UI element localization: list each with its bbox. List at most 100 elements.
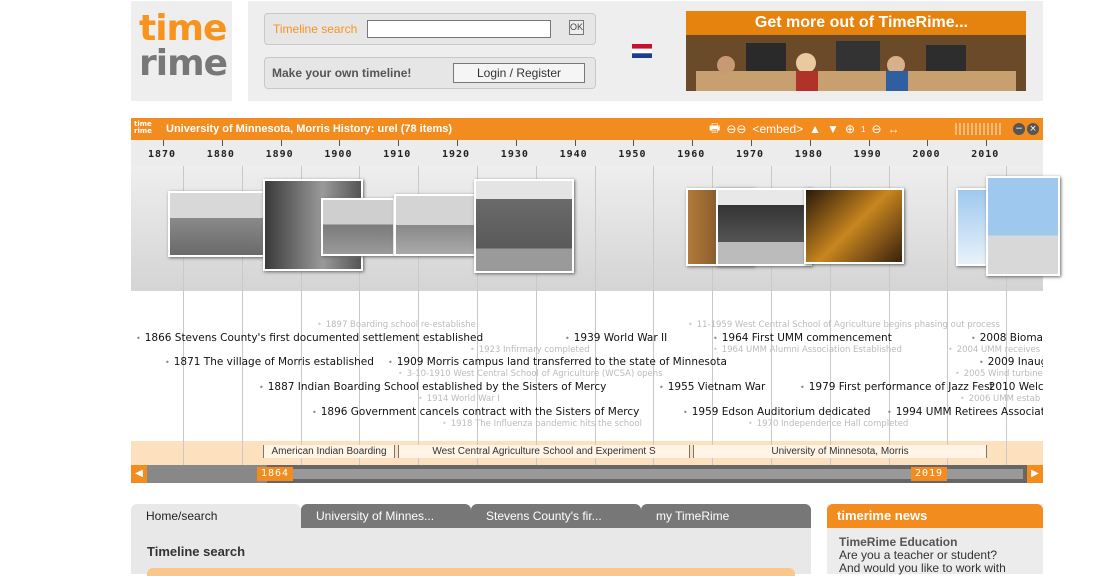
timeline-title-text: University of Minnesota, Morris History:… — [166, 123, 398, 135]
close-icon[interactable]: × — [1027, 123, 1039, 135]
event-item[interactable]: 2006 UMM estab — [960, 394, 1041, 404]
embed-button[interactable]: <embed> — [752, 122, 803, 136]
event-item[interactable]: 1955 Vietnam War — [659, 381, 766, 393]
decade-label: 1990 — [853, 149, 882, 160]
decade-tick — [633, 140, 635, 146]
decade-tick — [574, 140, 576, 146]
timeline-title: University of Minnesota, Morris History:… — [166, 123, 452, 135]
event-item[interactable]: 1923 Infirmary completed — [470, 345, 590, 355]
photo-jazz-fest[interactable] — [804, 188, 904, 264]
event-item[interactable]: 1970 Independence Hall completed — [748, 419, 909, 429]
decade-tick — [751, 140, 752, 146]
timeline-scale[interactable]: 1870 1880 1890 1900 1910 1920 1930 1940 1950 1960… — [131, 140, 1043, 167]
make-timeline-label: Make your own timeline! — [272, 66, 412, 80]
classroom-photo — [686, 35, 1026, 91]
decade-label: 1930 — [500, 149, 529, 160]
event-item[interactable]: 1909 Morris campus land transferred to t… — [388, 356, 727, 368]
event-item[interactable]: 1896 Government cancels contract with th… — [312, 406, 640, 418]
decade-tick — [692, 140, 694, 146]
minimize-icon[interactable]: − — [1013, 123, 1025, 135]
news-headline[interactable]: TimeRime Education — [839, 535, 957, 549]
event-item[interactable]: 1897 Boarding school re-establishe — [317, 320, 476, 330]
decade-tick — [927, 140, 929, 146]
scroll-down-icon[interactable]: ▼ — [827, 122, 839, 136]
event-item[interactable]: 1918 The Influenza pandemic hits the sch… — [442, 419, 642, 429]
event-item[interactable]: 2005 Wind turbine — [955, 369, 1043, 379]
tab-bar: Home/search University of Minnes... Stev… — [131, 504, 811, 528]
era-university-of-minnesota-morris[interactable]: University of Minnesota, Morris — [693, 445, 987, 458]
timerime-mini-logo[interactable]: time rime — [134, 121, 154, 137]
event-item[interactable]: 3-10-1910 West Central School of Agricul… — [398, 369, 663, 379]
event-item[interactable]: 2010 Welc — [980, 381, 1043, 393]
decade-tick — [809, 140, 811, 146]
era-west-central-agriculture-school[interactable]: West Central Agriculture School and Expe… — [398, 445, 690, 458]
scroll-left-icon[interactable]: ◀ — [131, 465, 147, 483]
zoom-out-icon[interactable]: ⊖ — [871, 122, 881, 136]
decade-tick — [868, 140, 870, 146]
event-item[interactable]: 1871 The village of Morris established — [165, 356, 374, 368]
zoom-level: 1 — [861, 124, 866, 134]
link-icon[interactable]: ⊖⊖ — [726, 122, 746, 136]
content-heading: Timeline search — [147, 544, 246, 559]
tab-stevens-county[interactable]: Stevens County's fir... — [471, 504, 641, 528]
zoom-in-icon[interactable]: ⊕ — [845, 122, 855, 136]
decade-label: 1980 — [794, 149, 823, 160]
event-item[interactable]: 11-1959 West Central School of Agricultu… — [688, 320, 1000, 330]
news-panel: timerime news TimeRime Education Are you… — [827, 504, 1043, 575]
fit-width-icon[interactable]: ↔ — [888, 122, 900, 136]
decade-tick — [280, 140, 282, 146]
logo[interactable]: time rime — [131, 1, 232, 101]
event-item[interactable]: 1887 Indian Boarding School established … — [259, 381, 607, 393]
event-item[interactable]: 1964 First UMM commencement — [713, 332, 892, 344]
scroll-up-icon[interactable]: ▲ — [809, 122, 821, 136]
tab-home-search[interactable]: Home/search — [131, 504, 301, 528]
event-item[interactable]: 1979 First performance of Jazz Fest — [800, 381, 994, 393]
timeline-events-band[interactable]: 1897 Boarding school re-establishe 1866 … — [131, 291, 1043, 441]
decade-tick — [986, 140, 988, 146]
event-item[interactable]: 1994 UMM Retirees Associatio — [887, 406, 1043, 418]
grid-line — [594, 166, 596, 291]
photo-boarding-school[interactable] — [321, 198, 395, 256]
photo-biomass[interactable] — [986, 176, 1060, 276]
decade-tick — [339, 140, 341, 146]
event-item[interactable]: 2008 Biomass — [971, 332, 1043, 344]
decade-tick — [457, 140, 458, 146]
timeline-photo-band[interactable] — [131, 166, 1060, 291]
resize-grip[interactable] — [955, 123, 1003, 135]
decade-tick — [398, 140, 400, 146]
dutch-flag-icon[interactable] — [632, 44, 652, 58]
event-item[interactable]: 2009 Inaug — [979, 356, 1043, 368]
navigator-viewport[interactable] — [147, 465, 267, 483]
event-item[interactable]: 1939 World War II — [565, 332, 667, 344]
decade-label: 1970 — [736, 149, 765, 160]
era-american-indian-boarding[interactable]: American Indian Boarding — [263, 445, 395, 458]
timeline-toolbar: 🖶 ⊖⊖ <embed> ▲ ▼ ⊕ 1 ⊖ ↔ — [709, 121, 900, 137]
news-body[interactable]: TimeRime Education Are you a teacher or … — [839, 536, 1006, 575]
photo-street-1871[interactable] — [168, 191, 266, 257]
print-icon[interactable]: 🖶 — [709, 119, 720, 140]
photo-brick-hall[interactable] — [474, 179, 574, 273]
decade-label: 1960 — [677, 149, 706, 160]
search-ok-button[interactable]: OK — [569, 20, 584, 35]
tab-my-timerime[interactable]: my TimeRime — [641, 504, 811, 528]
grid-line — [947, 291, 949, 441]
search-panel: Timeline search OK — [264, 13, 596, 45]
tab-university-of-minnesota[interactable]: University of Minnes... — [301, 504, 471, 528]
grid-line — [241, 441, 243, 465]
decade-tick — [221, 140, 223, 146]
decade-label: 1950 — [618, 149, 647, 160]
event-item[interactable]: 1866 Stevens County's first documented s… — [136, 332, 483, 344]
promo-banner[interactable]: Get more out of TimeRime... — [686, 11, 1026, 91]
search-input[interactable] — [367, 20, 551, 38]
photo-commencement[interactable] — [716, 188, 812, 266]
photo-campus-buildings[interactable] — [394, 194, 478, 256]
login-register-button[interactable]: Login / Register — [453, 63, 585, 83]
event-item[interactable]: 2004 UMM receives — [948, 345, 1040, 355]
search-box-top — [147, 568, 795, 576]
scroll-right-icon[interactable]: ▶ — [1027, 465, 1043, 483]
grid-line — [183, 441, 184, 465]
grid-line — [947, 166, 949, 291]
event-item[interactable]: 1914 World War I — [418, 394, 500, 404]
event-item[interactable]: 1964 UMM Alumni Association Established — [713, 345, 902, 355]
event-item[interactable]: 1959 Edson Auditorium dedicated — [683, 406, 871, 418]
